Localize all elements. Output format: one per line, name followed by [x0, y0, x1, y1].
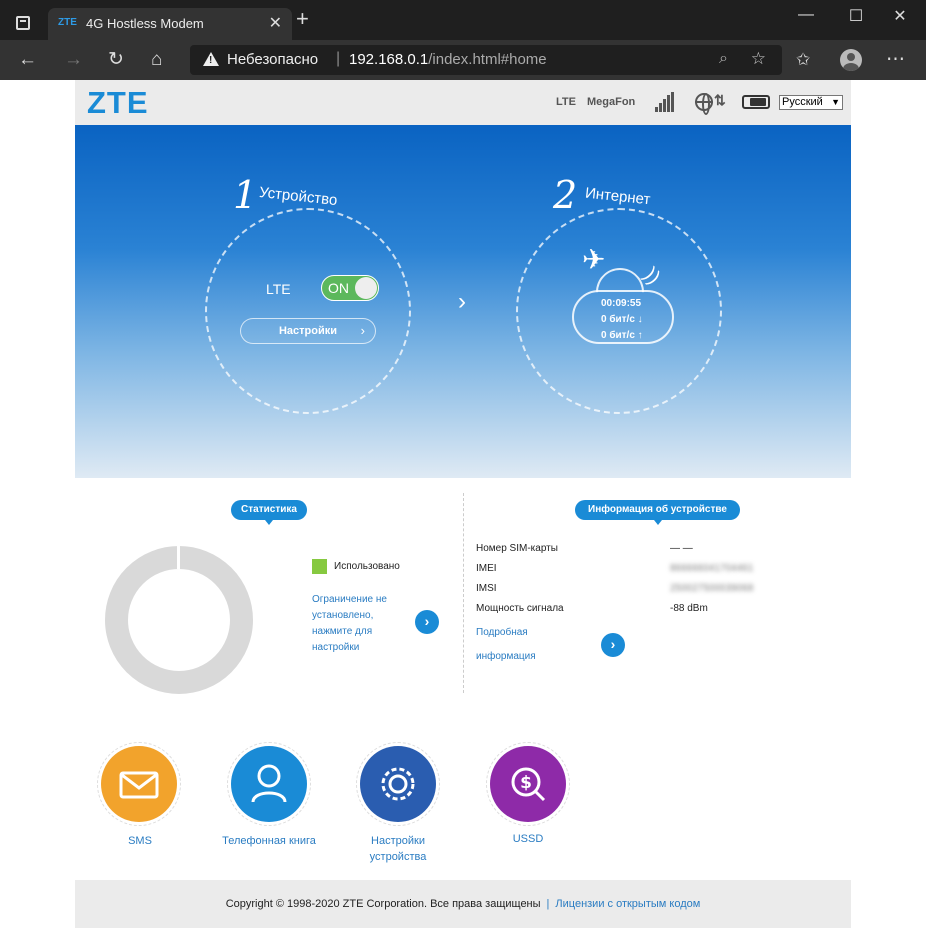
sim-number-label: Номер SIM-карты	[476, 543, 558, 554]
language-value: Русский	[782, 96, 823, 108]
step2-label: Интернет	[584, 184, 652, 209]
step1-label: Устройство	[258, 183, 339, 210]
sim-number-value: — —	[670, 543, 693, 554]
tab-title: 4G Hostless Modem	[86, 16, 204, 31]
download-speed: 0 бит/с ↓	[601, 314, 643, 325]
profile-avatar[interactable]	[840, 49, 862, 71]
signal-strength-label: Мощность сигнала	[476, 603, 564, 614]
device-settings-label[interactable]: Настройки устройства	[348, 833, 448, 865]
copyright-text: Copyright © 1998-2020 ZTE Corporation. В…	[225, 898, 541, 910]
url-separator: |	[336, 50, 341, 67]
legend-used-swatch	[312, 559, 327, 574]
network-type: LTE	[556, 96, 576, 108]
sms-icon	[101, 746, 177, 822]
stats-title: Статистика	[231, 500, 307, 525]
settings-button[interactable]: Настройки ›	[240, 318, 376, 344]
zoom-icon[interactable]: ⌕	[719, 50, 728, 68]
chevron-right-icon: ›	[360, 323, 365, 338]
tab-favicon: ZTE	[58, 17, 77, 28]
device-info-title: Информация об устройстве	[575, 500, 740, 525]
connection-time: 00:09:55	[601, 298, 642, 309]
settings-button-label: Настройки	[278, 325, 338, 337]
tab-close-icon[interactable]: ✕	[269, 13, 282, 33]
signal-strength-icon	[655, 92, 677, 112]
limit-settings-button[interactable]: ›	[415, 610, 439, 634]
url-text[interactable]: 192.168.0.1/index.html#home	[349, 51, 547, 68]
hero-banner: 1 Устройство LTE ON Настройки › › 2 Интер…	[75, 125, 851, 478]
lte-toggle[interactable]: ON	[321, 275, 379, 301]
phonebook-label[interactable]: Телефонная книга	[214, 833, 324, 849]
data-transfer-icon: ⇅	[714, 92, 726, 108]
device-circle	[205, 208, 411, 414]
zte-logo[interactable]: ZTE	[87, 85, 149, 121]
imsi-value: 250027500039068	[670, 583, 754, 594]
imei-value: 866666041704461	[670, 563, 754, 574]
limit-settings-link[interactable]: Ограничение не установлено, нажмите для …	[312, 592, 412, 656]
address-bar[interactable]: ! Небезопасно | 192.168.0.1/index.html#h…	[190, 45, 782, 75]
upload-speed: 0 бит/с ↑	[601, 330, 643, 341]
language-select[interactable]: Русский ▼	[779, 95, 843, 110]
home-icon[interactable]: ⌂	[151, 49, 162, 71]
url-path: /index.html#home	[428, 51, 547, 68]
footer-separator: |	[546, 898, 550, 910]
url-host: 192.168.0.1	[349, 51, 429, 68]
favorites-icon[interactable]: ✩	[796, 49, 810, 71]
globe-icon	[695, 93, 713, 115]
chevron-right-icon: ›	[458, 288, 466, 315]
contact-icon	[231, 746, 307, 822]
imei-label: IMEI	[476, 563, 497, 574]
device-settings-shortcut[interactable]	[356, 742, 440, 826]
add-favorite-icon[interactable]: ☆	[751, 49, 766, 69]
reload-icon[interactable]: ↻	[108, 49, 124, 71]
detail-info-link[interactable]: Подробная информация	[476, 621, 566, 669]
section-divider	[463, 493, 464, 693]
toggle-knob	[355, 277, 377, 299]
page-footer: Copyright © 1998-2020 ZTE Corporation. В…	[75, 880, 851, 928]
ussd-label[interactable]: USSD	[478, 831, 578, 847]
sms-shortcut[interactable]	[97, 742, 181, 826]
ussd-shortcut[interactable]: $	[486, 742, 570, 826]
forward-icon[interactable]: →	[64, 49, 83, 71]
minimize-icon[interactable]: —	[786, 6, 826, 24]
battery-icon	[742, 95, 770, 109]
phonebook-shortcut[interactable]	[227, 742, 311, 826]
back-icon[interactable]: ←	[18, 49, 37, 71]
new-tab-icon[interactable]: +	[296, 8, 309, 30]
donut-marker	[177, 546, 180, 569]
gear-icon	[360, 746, 436, 822]
maximize-icon[interactable]: ☐	[836, 6, 876, 26]
warning-icon: !	[203, 52, 219, 66]
window-menu-icon[interactable]	[16, 16, 30, 30]
licenses-link[interactable]: Лицензии с открытым кодом	[555, 898, 700, 910]
browser-tab[interactable]: ZTE 4G Hostless Modem ✕	[48, 8, 292, 40]
imsi-label: IMSI	[476, 583, 497, 594]
step1-number: 1	[233, 173, 258, 217]
paper-plane-icon: ✈	[582, 244, 606, 275]
signal-strength-value: -88 dBm	[670, 603, 708, 614]
detail-info-button[interactable]: ›	[601, 633, 625, 657]
browser-titlebar: ZTE 4G Hostless Modem ✕ + — ☐ ✕	[0, 0, 926, 40]
close-window-icon[interactable]: ✕	[880, 6, 920, 26]
more-icon[interactable]: ⋯	[886, 49, 905, 71]
security-label: Небезопасно	[227, 51, 319, 68]
dollar-search-icon: $	[490, 746, 566, 822]
svg-text:$: $	[520, 773, 532, 793]
step2-number: 2	[553, 173, 578, 217]
operator-name: MegaFon	[587, 96, 636, 108]
lte-label: LTE	[266, 281, 291, 297]
sms-label[interactable]: SMS	[90, 833, 190, 849]
legend-used-label: Использовано	[334, 561, 400, 572]
toggle-label: ON	[328, 280, 349, 296]
chevron-down-icon: ▼	[831, 97, 840, 107]
page-header: ZTE LTE MegaFon ⇅ Русский ▼	[75, 80, 851, 125]
